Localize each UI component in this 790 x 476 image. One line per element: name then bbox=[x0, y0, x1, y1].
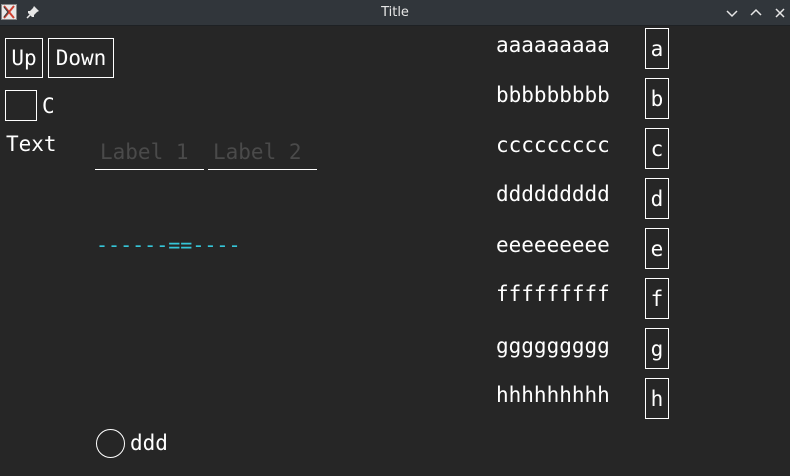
close-icon[interactable] bbox=[772, 5, 788, 21]
title-bar[interactable]: Title bbox=[0, 0, 790, 26]
row-button-h[interactable]: h bbox=[645, 378, 669, 419]
row-label-e: eeeeeeeee bbox=[496, 233, 610, 257]
row-button-b[interactable]: b bbox=[645, 78, 669, 119]
row-button-f[interactable]: f bbox=[645, 278, 669, 319]
minimize-chevron-down-icon[interactable] bbox=[724, 5, 740, 21]
row-label-b: bbbbbbbbb bbox=[496, 83, 610, 107]
slider[interactable]: ------==---- bbox=[96, 235, 241, 255]
row-label-h: hhhhhhhhh bbox=[496, 383, 610, 407]
row-label-c: ccccccccc bbox=[496, 133, 610, 157]
row-button-d[interactable]: d bbox=[645, 178, 669, 219]
row-label-f: fffffffff bbox=[496, 282, 610, 306]
label-1-input[interactable] bbox=[95, 134, 204, 170]
maximize-chevron-up-icon[interactable] bbox=[748, 5, 764, 21]
checkbox-label: C bbox=[42, 94, 55, 118]
row-button-c[interactable]: c bbox=[645, 128, 669, 169]
c-checkbox[interactable] bbox=[5, 90, 37, 121]
down-button[interactable]: Down bbox=[48, 38, 114, 78]
radio-label: ddd bbox=[130, 431, 168, 455]
ddd-radio[interactable] bbox=[96, 429, 125, 458]
up-button[interactable]: Up bbox=[5, 38, 43, 78]
app-window: Title Up Down C Text ------==---- ddd aa… bbox=[0, 0, 790, 476]
row-button-a[interactable]: a bbox=[645, 28, 669, 69]
text-label: Text bbox=[6, 132, 57, 156]
row-label-g: ggggggggg bbox=[496, 334, 610, 358]
row-label-d: ddddddddd bbox=[496, 182, 610, 206]
row-label-a: aaaaaaaaa bbox=[496, 33, 610, 57]
slider-handle[interactable]: == bbox=[168, 233, 192, 257]
slider-track-left: ------ bbox=[96, 233, 169, 257]
row-button-e[interactable]: e bbox=[645, 228, 669, 269]
label-2-input[interactable] bbox=[208, 134, 317, 170]
row-button-g[interactable]: g bbox=[645, 328, 669, 369]
window-title: Title bbox=[381, 5, 409, 20]
slider-track-right: ---- bbox=[192, 233, 241, 257]
